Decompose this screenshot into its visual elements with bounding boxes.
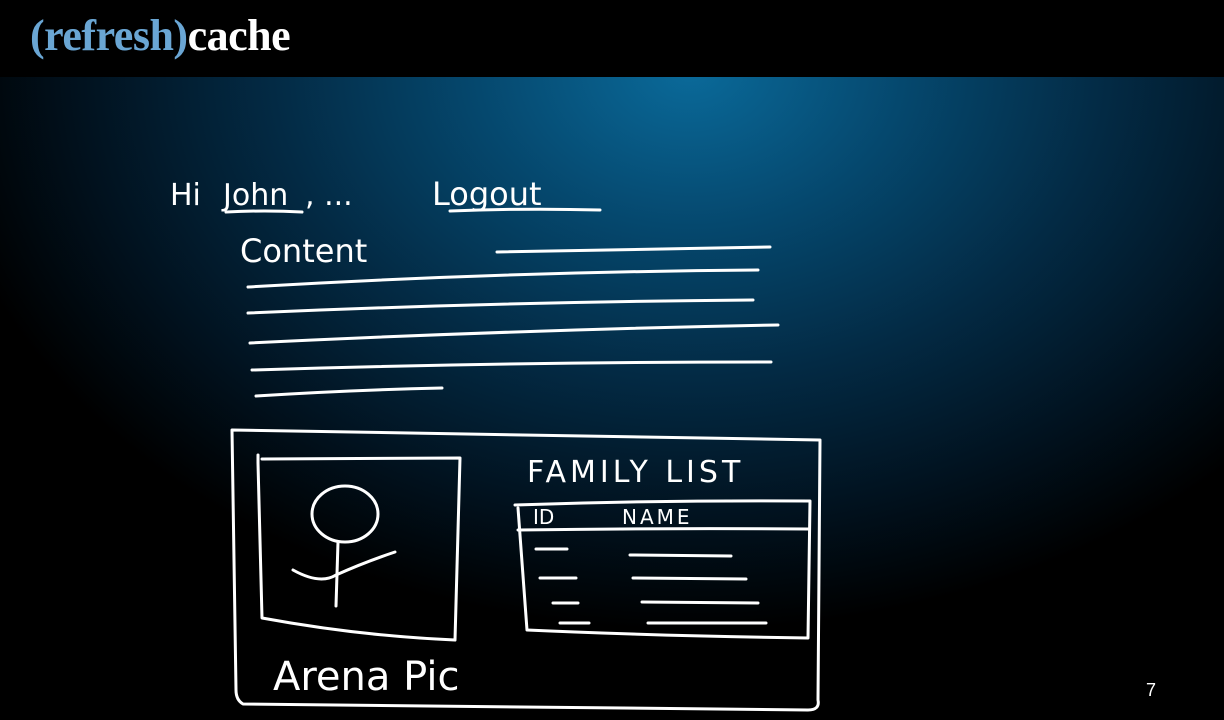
sketch-family-list-title: FAMILY LIST [527,455,744,490]
logout-underline [448,207,602,213]
picture-frame [256,453,462,642]
family-list-rows [534,547,768,625]
sketch-user-name: John [221,178,288,213]
sketch-greeting: Hi [170,178,201,213]
user-name-underline [224,209,304,214]
page-number: 7 [1146,680,1157,700]
sketch-column-name: NAME [622,505,693,529]
sketch-content-heading: Content [240,232,367,270]
person-figure-icon [291,484,397,608]
sketch-ellipsis: , ... [305,178,353,213]
sketch-logout: Logout [432,175,542,213]
sketch-picture-caption: Arena Pic [273,654,459,700]
whiteboard-sketch: Hi John , ... Logout Content Arena Pic F… [170,175,822,712]
sketch-column-id: ID [533,505,554,529]
